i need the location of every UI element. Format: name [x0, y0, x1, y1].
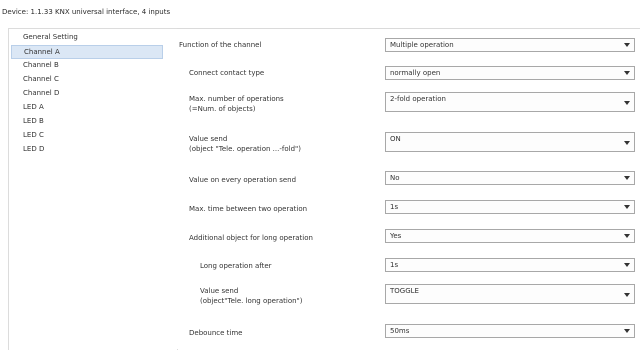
param-label-max-time: Max. time between two operation [189, 204, 307, 214]
chevron-down-icon [624, 71, 630, 75]
chevron-down-icon [624, 234, 630, 238]
max-operations-dropdown[interactable]: 2-fold operation [385, 92, 635, 112]
chevron-down-icon [624, 43, 630, 47]
dropdown-value: Multiple operation [390, 41, 454, 49]
param-label-value-send: Value send (object "Tele. operation ...-… [189, 134, 301, 154]
dropdown-value: Yes [390, 232, 402, 240]
dropdown-value: ON [390, 135, 401, 143]
function-dropdown[interactable]: Multiple operation [385, 38, 635, 52]
dropdown-value: 1s [390, 261, 399, 269]
dropdown-value: normally open [390, 69, 441, 77]
param-label-debounce: Debounce time [189, 328, 243, 338]
chevron-down-icon [624, 141, 630, 145]
long-value-send-dropdown[interactable]: TOGGLE [385, 284, 635, 304]
dropdown-value: 50ms [390, 327, 410, 335]
param-label-text: Value send [200, 287, 239, 295]
param-label-additional-object: Additional object for long operation [189, 233, 313, 243]
param-label-text: Max. time between two operation [189, 205, 308, 213]
param-sublabel: (object "Tele. operation ...-fold") [189, 145, 301, 153]
sidebar: General Setting Channel A Channel B Chan… [8, 28, 178, 350]
param-label-text: Max. number of operations [189, 95, 284, 103]
contact-type-dropdown[interactable]: normally open [385, 66, 635, 80]
value-every-operation-dropdown[interactable]: No [385, 171, 635, 185]
sidebar-item-led-a[interactable]: LED A [23, 101, 44, 113]
parameter-panel: Function of the channel Multiple operati… [177, 28, 640, 349]
chevron-down-icon [624, 101, 630, 105]
param-label-long-value-send: Value send (object"Tele. long operation"… [200, 286, 303, 306]
debounce-time-dropdown[interactable]: 50ms [385, 324, 635, 338]
chevron-down-icon [624, 176, 630, 180]
window-title: Device: 1.1.33 KNX universal interface, … [2, 8, 171, 16]
param-sublabel: (object"Tele. long operation") [200, 297, 303, 305]
param-label-text: Connect contact type [189, 69, 265, 77]
chevron-down-icon [624, 205, 630, 209]
dropdown-value: TOGGLE [390, 287, 419, 295]
additional-object-dropdown[interactable]: Yes [385, 229, 635, 243]
param-label-contact-type: Connect contact type [189, 68, 264, 78]
sidebar-item-led-b[interactable]: LED B [23, 115, 44, 127]
max-time-dropdown[interactable]: 1s [385, 200, 635, 214]
dropdown-value: 2-fold operation [390, 95, 446, 103]
sidebar-item-led-c[interactable]: LED C [23, 129, 44, 141]
sidebar-item-channel-d[interactable]: Channel D [23, 87, 59, 99]
param-label-text: Value on every operation send [189, 176, 297, 184]
param-label-text: Debounce time [189, 329, 243, 337]
param-label-text: Value send [189, 135, 228, 143]
sidebar-item-general-setting[interactable]: General Setting [23, 31, 78, 43]
param-label-max-operations: Max. number of operations (=Num. of obje… [189, 94, 284, 114]
long-operation-after-dropdown[interactable]: 1s [385, 258, 635, 272]
param-label-text: Long operation after [200, 262, 272, 270]
param-sublabel: (=Num. of objects) [189, 105, 256, 113]
param-label-function: Function of the channel [179, 40, 261, 50]
param-label-text: Additional object for long operation [189, 234, 313, 242]
chevron-down-icon [624, 329, 630, 333]
value-send-dropdown[interactable]: ON [385, 132, 635, 152]
sidebar-item-channel-c[interactable]: Channel C [23, 73, 59, 85]
sidebar-item-channel-a[interactable]: Channel A [11, 45, 163, 59]
chevron-down-icon [624, 263, 630, 267]
dropdown-value: 1s [390, 203, 399, 211]
dropdown-value: No [390, 174, 400, 182]
divider [177, 28, 640, 29]
param-label-text: Function of the channel [179, 41, 262, 49]
sidebar-item-channel-b[interactable]: Channel B [23, 59, 59, 71]
param-label-long-operation-after: Long operation after [200, 261, 272, 271]
sidebar-item-led-d[interactable]: LED D [23, 143, 44, 155]
param-label-value-every-operation: Value on every operation send [189, 175, 296, 185]
chevron-down-icon [624, 293, 630, 297]
